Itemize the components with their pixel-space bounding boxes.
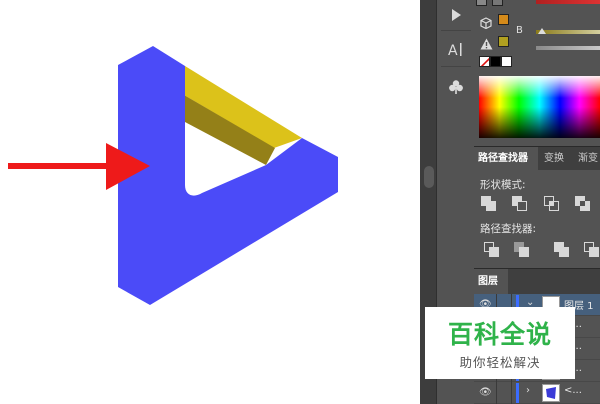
tab-pathfinder[interactable]: 路径查找器 [474, 147, 538, 171]
swatch-top-a[interactable] [476, 0, 487, 6]
color-panel: B [474, 0, 600, 146]
divide-icon[interactable] [484, 242, 500, 258]
web-safe-swatch[interactable] [498, 14, 509, 25]
warning-icon[interactable] [480, 35, 493, 50]
channel-b-label: B [516, 25, 523, 36]
gamut-swatch[interactable] [498, 36, 509, 47]
color-slider-c[interactable] [536, 46, 600, 50]
triangle-blue-shape[interactable] [118, 46, 338, 305]
black-swatch[interactable] [490, 56, 501, 67]
slider-thumb-b[interactable] [538, 28, 546, 34]
crop-icon[interactable] [584, 242, 600, 258]
tab-gradient[interactable]: 渐变 [574, 147, 600, 171]
shape-modes-label: 形状模式: [480, 179, 526, 191]
cube-icon[interactable] [480, 14, 492, 30]
layers-tabbar: 图层 [474, 268, 600, 295]
minus-front-icon[interactable] [512, 196, 528, 212]
chevron-right-icon[interactable]: › [526, 385, 530, 396]
artwork-svg[interactable] [0, 0, 420, 404]
trim-icon[interactable] [514, 242, 530, 258]
lock-toggle[interactable] [496, 382, 512, 404]
character-type-icon[interactable]: A [443, 36, 469, 62]
eye-icon[interactable]: 👁 [479, 387, 493, 399]
layer-color-bar [516, 383, 519, 403]
tab-transform[interactable]: 变换 [540, 147, 568, 171]
pathfinders-label: 路径查找器: [480, 223, 537, 235]
collapse-grip[interactable] [424, 166, 434, 188]
layer-thumbnail [542, 384, 560, 402]
pathfinder-tabbar: 路径查找器 变换 渐变 [474, 146, 600, 171]
svg-text:A: A [448, 43, 458, 58]
watermark: 百科全说 助你轻松解决 [425, 307, 575, 379]
exclude-icon[interactable] [575, 196, 591, 212]
unite-icon[interactable] [481, 196, 497, 212]
watermark-title: 百科全说 [447, 320, 552, 349]
color-slider-top[interactable] [536, 0, 600, 4]
artboard-canvas[interactable] [0, 0, 420, 404]
merge-icon[interactable] [554, 242, 570, 258]
white-swatch[interactable] [501, 56, 512, 67]
club-symbol-icon[interactable] [443, 74, 469, 100]
color-spectrum[interactable] [479, 76, 600, 138]
layer-row[interactable]: 👁 › <... [474, 382, 600, 404]
play-icon[interactable] [443, 2, 469, 28]
swatch-top-b[interactable] [492, 0, 503, 6]
watermark-subtitle: 助你轻松解决 [459, 355, 541, 370]
layer-name[interactable]: <... [564, 385, 582, 396]
intersect-icon[interactable] [544, 196, 560, 212]
none-swatch[interactable] [479, 56, 490, 67]
tab-layers[interactable]: 图层 [474, 269, 508, 295]
